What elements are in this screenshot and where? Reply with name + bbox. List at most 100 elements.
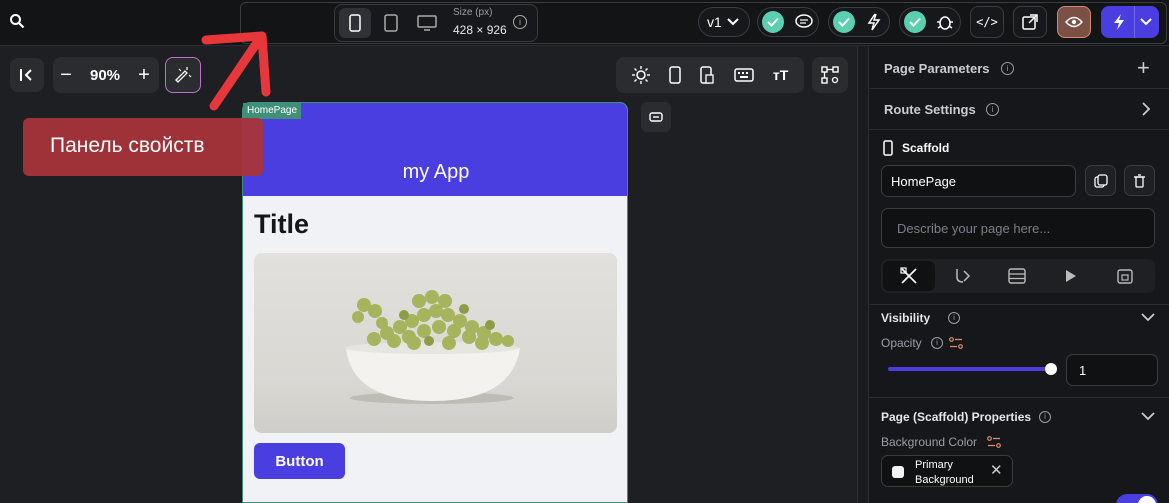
bg-color-line1: Primary [915, 459, 953, 471]
phone-frame[interactable]: my App Title Button [242, 102, 628, 503]
page-heading: Title [254, 209, 310, 239]
info-icon[interactable]: i [1039, 411, 1051, 423]
variable-binding-icon[interactable] [987, 436, 1001, 448]
top-bar: Size (px) 428 × 926 i v1 </> [0, 0, 1169, 46]
canvas-scrollbar[interactable] [857, 46, 868, 503]
external-link-icon [1022, 14, 1038, 30]
page-description-input[interactable]: Describe your page here... [881, 208, 1155, 248]
phone-icon[interactable] [669, 66, 681, 84]
lightning-icon [867, 13, 881, 31]
duplicate-icon [1093, 173, 1108, 188]
page-name-input[interactable]: HomePage [881, 165, 1076, 197]
variable-binding-icon[interactable] [949, 337, 963, 349]
canvas-area: − 90% + тT my App Title Button HomePage … [0, 46, 858, 503]
chevron-down-icon [1140, 18, 1152, 26]
properties-panel: Page Parameters i + Route Settings i Sca… [868, 46, 1169, 503]
info-icon[interactable]: i [1001, 62, 1014, 75]
chevron-down-icon [727, 18, 739, 26]
phone-device-button[interactable] [339, 8, 371, 38]
zoom-out-button[interactable]: − [53, 64, 79, 87]
comments-status-button[interactable] [757, 7, 819, 37]
opacity-label: Opacity [881, 336, 922, 350]
code-icon: </> [976, 15, 998, 29]
hierarchy-icon [821, 66, 839, 84]
annotation-arrow [201, 31, 271, 111]
size-label: Size (px) [453, 7, 493, 18]
version-label: v1 [707, 14, 722, 30]
folder-icon [1117, 269, 1133, 284]
primary-button-label: Button [275, 452, 324, 470]
chevron-down-icon[interactable] [1141, 412, 1155, 422]
delete-page-button[interactable] [1124, 165, 1155, 196]
visibility-title: Visibility [881, 311, 931, 325]
check-icon [833, 11, 855, 33]
check-icon [904, 11, 926, 33]
canvas-view-tools: тT [616, 57, 804, 93]
actions-status-button[interactable] [828, 7, 890, 37]
play-icon [1066, 270, 1076, 282]
opacity-slider-handle[interactable] [1045, 363, 1057, 375]
primary-button[interactable]: Button [254, 443, 345, 479]
tablet-device-button[interactable] [377, 8, 405, 38]
tab-page-state[interactable] [1099, 261, 1151, 291]
eye-icon [1065, 16, 1083, 28]
info-icon[interactable]: i [948, 312, 960, 324]
info-icon[interactable]: i [513, 15, 527, 29]
color-swatch [892, 466, 904, 478]
scaffold-label: Scaffold [902, 141, 950, 155]
collapse-left-icon [20, 69, 32, 81]
canvas-widget-button[interactable] [641, 102, 671, 132]
keyboard-icon[interactable] [733, 68, 754, 82]
tab-animations[interactable] [1045, 261, 1097, 291]
hero-image [254, 253, 617, 433]
annotation-text: Панель свойств [50, 134, 205, 157]
page-name-value: HomePage [891, 174, 957, 189]
page-properties-title: Page (Scaffold) Properties [881, 410, 1032, 424]
chevron-down-icon[interactable] [1141, 313, 1155, 323]
desktop-device-button[interactable] [413, 8, 441, 38]
version-dropdown[interactable]: v1 [698, 7, 750, 37]
widget-icon [649, 112, 663, 122]
app-title: my App [402, 161, 470, 183]
opacity-slider[interactable] [888, 367, 1053, 371]
open-external-button[interactable] [1013, 6, 1047, 38]
collapse-sidebar-button[interactable] [10, 58, 44, 92]
background-color-picker[interactable]: Primary Background ✕ [881, 455, 1013, 487]
debug-status-button[interactable] [899, 7, 961, 37]
device-selector: Size (px) 428 × 926 i [334, 4, 538, 42]
zoom-control: − 90% + [53, 57, 159, 93]
page-parameters-header[interactable]: Page Parameters i + [869, 46, 1169, 88]
flow-icon [956, 269, 971, 283]
tab-properties[interactable] [883, 261, 935, 291]
opacity-input[interactable]: 1 [1066, 354, 1158, 386]
magic-wand-icon [175, 67, 192, 83]
text-size-icon[interactable]: тT [773, 67, 788, 83]
preview-button[interactable] [1057, 6, 1091, 38]
info-icon[interactable]: i [931, 337, 943, 349]
duplicate-page-button[interactable] [1085, 165, 1116, 196]
panel-tabs [881, 259, 1155, 293]
bug-icon [937, 16, 953, 30]
tab-actions[interactable] [937, 261, 989, 291]
route-settings-title: Route Settings [884, 102, 976, 117]
opacity-value: 1 [1079, 363, 1087, 378]
widget-tree-button[interactable] [812, 57, 848, 93]
lightning-icon [1114, 14, 1124, 30]
ruler-pencil-icon [900, 267, 917, 284]
search-icon[interactable] [6, 10, 28, 32]
brightness-icon[interactable] [631, 66, 650, 84]
page-parameters-title: Page Parameters [884, 61, 990, 76]
tab-backend-query[interactable] [991, 261, 1043, 291]
run-button[interactable] [1101, 6, 1159, 38]
phone-icon [883, 140, 893, 156]
device-frame-icon[interactable] [700, 66, 714, 84]
close-icon[interactable]: ✕ [990, 461, 1003, 479]
check-icon [762, 11, 784, 33]
toggle-switch[interactable] [1116, 494, 1158, 503]
annotation-label: Панель свойств [23, 118, 263, 176]
info-icon[interactable]: i [986, 103, 999, 116]
add-icon[interactable]: + [1137, 55, 1150, 81]
code-view-button[interactable]: </> [970, 6, 1004, 38]
zoom-in-button[interactable]: + [131, 64, 157, 87]
route-settings-header[interactable]: Route Settings i [869, 89, 1169, 129]
